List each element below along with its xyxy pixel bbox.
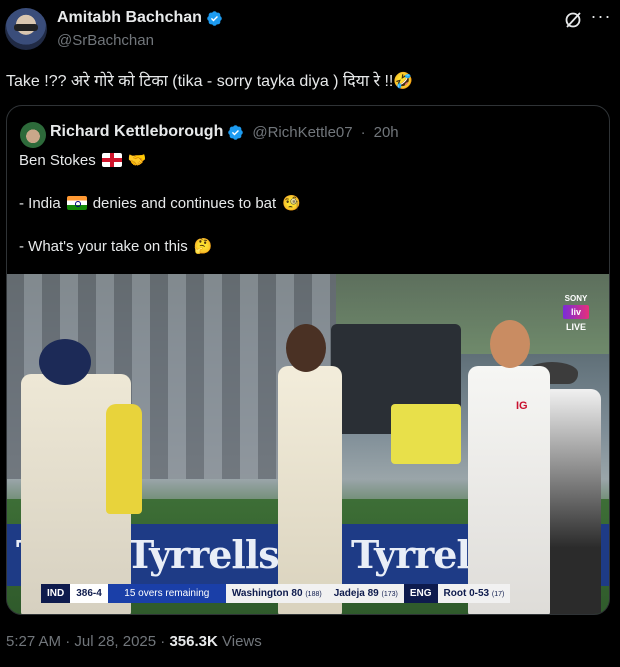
batting-helmet xyxy=(39,339,91,385)
quoted-author-handle[interactable]: @RichKettle07 xyxy=(252,124,352,141)
quoted-time[interactable]: 20h xyxy=(374,124,399,141)
post-time[interactable]: 5:27 AM xyxy=(6,633,61,650)
quoted-line-text: Ben Stokes xyxy=(19,151,96,169)
quoted-separator: · xyxy=(360,123,366,141)
batting-team: IND xyxy=(41,584,71,603)
quoted-line-1: Ben Stokes 🤝 xyxy=(19,151,147,170)
tweet-header: Amitabh Bachchan @SrBachchan ··· xyxy=(0,0,620,58)
author-handle[interactable]: @SrBachchan xyxy=(57,32,154,49)
england-captain: IG xyxy=(468,366,550,614)
sponsor-text-center: Tyrrells xyxy=(126,532,280,577)
quoted-line-3: - What's your take on this 🤔 xyxy=(19,237,213,256)
batter-2-balls: (173) xyxy=(381,591,398,598)
batter-2-score: Jadeja 89 xyxy=(333,588,379,599)
quoted-author-avatar[interactable] xyxy=(20,122,46,148)
quoted-line-2: - India denies and continues to bat 🧐 xyxy=(19,194,301,213)
quoted-author-row: Richard Kettleborough @RichKettle07 · 20… xyxy=(50,123,399,141)
batter-center xyxy=(278,366,342,614)
quoted-line-rest: denies and continues to bat xyxy=(92,194,277,212)
author-avatar[interactable] xyxy=(5,8,47,50)
bowling-team: ENG xyxy=(403,584,438,603)
quoted-author-name[interactable]: Richard Kettleborough xyxy=(50,123,223,141)
views-label: Views xyxy=(222,633,262,650)
score-bar: IND 386-4 15 overs remaining Washington … xyxy=(41,584,511,603)
quoted-media-image[interactable]: Te Tyrrells Tyrrells IG SONY liv LIVE IN… xyxy=(7,274,609,614)
grok-icon[interactable] xyxy=(563,10,583,30)
broadcaster-name: SONY xyxy=(564,294,588,303)
broadcaster-liv: liv xyxy=(563,305,589,319)
post-date[interactable]: Jul 28, 2025 xyxy=(74,633,156,650)
monocle-emoji-icon: 🧐 xyxy=(282,195,301,212)
team-score: 386-4 xyxy=(70,584,108,603)
batter-1-score: Washington 80 xyxy=(231,588,303,599)
footer-separator: · xyxy=(160,633,166,650)
shirt-logo: IG xyxy=(516,400,528,412)
tweet-footer: 5:27 AM · Jul 28, 2025 · 356.3K Views xyxy=(6,633,262,650)
footer-separator: · xyxy=(65,633,71,650)
views-count[interactable]: 356.3K xyxy=(169,633,217,650)
bowler: Root 0-53 (17) xyxy=(437,584,511,603)
quoted-line-text: - What's your take on this xyxy=(19,237,188,255)
more-options-icon[interactable]: ··· xyxy=(590,7,612,29)
thinking-emoji-icon: 🤔 xyxy=(193,238,213,255)
england-captain-head xyxy=(490,320,530,368)
batter-center-head xyxy=(286,324,326,372)
author-name-row: Amitabh Bachchan xyxy=(57,9,223,27)
live-label: LIVE xyxy=(565,322,586,332)
drinks-bearer xyxy=(106,404,142,514)
handshake-emoji-icon: 🤝 xyxy=(127,152,147,169)
umpire xyxy=(541,389,601,614)
batter-2: Jadeja 89 (173) xyxy=(327,584,404,603)
batter-1-balls: (188) xyxy=(305,591,322,598)
quoted-line-text: - India xyxy=(19,194,61,212)
quoted-tweet[interactable]: Richard Kettleborough @RichKettle07 · 20… xyxy=(6,105,610,615)
bowler-overs: (17) xyxy=(491,591,505,598)
broadcaster-logo: SONY liv LIVE xyxy=(561,294,591,338)
bowler-figures: Root 0-53 xyxy=(443,588,490,599)
ambulance xyxy=(391,404,461,464)
tweet-text: Take !?? अरे गोरे को टिका (tika - sorry … xyxy=(6,73,414,90)
india-flag-icon xyxy=(66,196,87,210)
verified-badge-icon xyxy=(228,124,244,140)
verified-badge-icon xyxy=(207,10,222,26)
overs-remaining: 15 overs remaining xyxy=(107,584,226,603)
batter-1: Washington 80 (188) xyxy=(225,584,328,603)
england-flag-icon xyxy=(101,153,122,167)
author-name[interactable]: Amitabh Bachchan xyxy=(57,9,202,27)
